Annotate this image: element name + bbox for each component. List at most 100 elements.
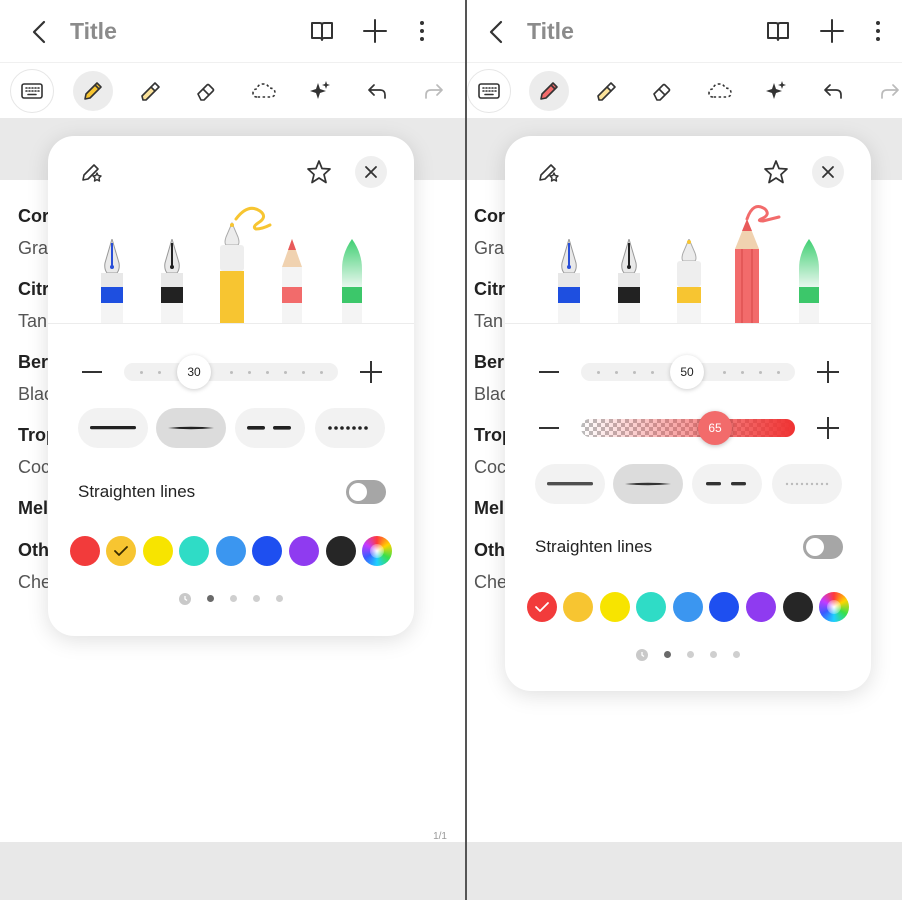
color-red[interactable] [70,536,100,566]
line-style-dotted[interactable] [315,408,385,448]
lasso-tool-button[interactable] [244,71,284,111]
page-title[interactable]: Title [70,18,117,45]
header: Title [0,0,465,62]
color-teal[interactable] [179,536,209,566]
color-red-selected[interactable] [527,592,557,622]
highlighter-tool-button[interactable] [586,71,626,111]
pencil-red[interactable] [274,239,310,323]
pen-tool-button[interactable] [73,71,113,111]
custom-color-button[interactable] [362,536,392,566]
back-icon[interactable] [483,18,511,46]
color-light-blue[interactable] [673,592,703,622]
opacity-slider-thumb[interactable]: 65 [698,411,732,445]
highlighter-tool-button[interactable] [130,71,170,111]
color-yellow[interactable] [600,592,630,622]
add-icon[interactable] [361,17,389,45]
pen-settings-popup: 30 Straighten lines [48,136,414,636]
page-dot[interactable] [687,651,694,658]
keyboard-button[interactable] [467,69,511,113]
color-light-blue[interactable] [216,536,246,566]
marker-green[interactable] [791,239,827,323]
eraser-tool-button[interactable] [186,71,226,111]
opacity-track[interactable]: 65 [581,411,795,445]
straighten-lines-toggle[interactable] [803,535,843,559]
marker-green[interactable] [334,239,370,323]
page-dot[interactable] [733,651,740,658]
more-options-icon[interactable] [408,17,436,45]
add-icon[interactable] [818,17,846,45]
pencil-red-selected[interactable] [725,205,785,323]
size-slider[interactable]: 50 [533,355,843,389]
color-purple[interactable] [746,592,776,622]
eraser-tool-button[interactable] [642,71,682,111]
book-icon[interactable] [764,17,792,45]
page-dot[interactable] [664,651,671,658]
more-options-icon[interactable] [864,17,892,45]
size-slider[interactable]: 30 [76,355,386,389]
star-icon[interactable] [762,158,790,186]
back-icon[interactable] [26,18,54,46]
color-yellow[interactable] [143,536,173,566]
redo-button[interactable] [870,71,902,111]
ai-assist-button[interactable] [756,71,796,111]
line-style-options [533,464,843,504]
close-button[interactable] [355,156,387,188]
color-teal[interactable] [636,592,666,622]
page-title[interactable]: Title [527,18,574,45]
book-icon[interactable] [308,17,336,45]
redo-icon [425,84,443,99]
undo-button[interactable] [357,71,397,111]
close-button[interactable] [812,156,844,188]
recent-colors-icon[interactable] [178,592,192,606]
size-slider-thumb[interactable]: 50 [670,355,704,389]
page-dot[interactable] [253,595,260,602]
color-blue[interactable] [252,536,282,566]
undo-button[interactable] [813,71,853,111]
size-track[interactable]: 50 [581,355,795,389]
line-style-taper[interactable] [613,464,683,504]
ai-assist-button[interactable] [300,71,340,111]
color-orange-selected[interactable] [106,536,136,566]
decrease-size-button[interactable] [82,371,102,373]
keyboard-button[interactable] [10,69,54,113]
opacity-slider[interactable]: 65 [533,411,843,445]
color-orange[interactable] [563,592,593,622]
content-text: Gra [474,238,505,258]
color-black[interactable] [326,536,356,566]
line-style-taper[interactable] [156,408,226,448]
pen-tool-button[interactable] [529,71,569,111]
fountain-pen-black[interactable] [154,239,190,323]
pen-yellow[interactable] [671,239,707,323]
content-text: Che [18,572,52,592]
pen-favorite-icon[interactable] [78,158,106,186]
page-dot[interactable] [230,595,237,602]
page-dot[interactable] [710,651,717,658]
line-style-dashed[interactable] [235,408,305,448]
color-black[interactable] [783,592,813,622]
line-style-dotted[interactable] [772,464,842,504]
dotted-line-icon [328,426,368,430]
lasso-tool-button[interactable] [700,71,740,111]
decrease-opacity-button[interactable] [539,427,559,429]
custom-color-button[interactable] [819,592,849,622]
fountain-pen-blue[interactable] [551,239,587,323]
size-track[interactable]: 30 [124,355,338,389]
color-purple[interactable] [289,536,319,566]
redo-button[interactable] [414,71,454,111]
content-heading: Cor [474,206,505,226]
star-icon[interactable] [305,158,333,186]
line-style-solid[interactable] [78,408,148,448]
fountain-pen-black[interactable] [611,239,647,323]
page-dot[interactable] [207,595,214,602]
color-blue[interactable] [709,592,739,622]
page-dot[interactable] [276,595,283,602]
pen-favorite-icon[interactable] [535,158,563,186]
size-slider-thumb[interactable]: 30 [177,355,211,389]
straighten-lines-toggle[interactable] [346,480,386,504]
line-style-solid[interactable] [535,464,605,504]
decrease-size-button[interactable] [539,371,559,373]
line-style-dashed[interactable] [692,464,762,504]
pen-yellow-selected[interactable] [214,205,274,323]
recent-colors-icon[interactable] [635,648,649,662]
fountain-pen-blue[interactable] [94,239,130,323]
